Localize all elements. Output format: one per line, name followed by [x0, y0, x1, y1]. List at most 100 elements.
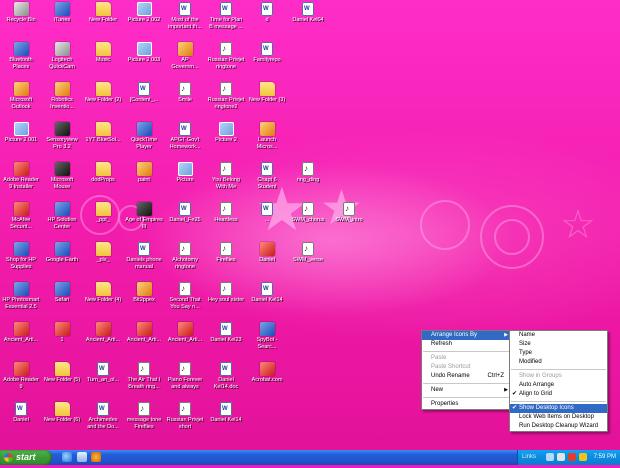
links-toolbar[interactable]: Links [522, 450, 536, 465]
desktop-icon[interactable]: Daniel Kel14 [247, 282, 287, 318]
desktop-icon[interactable]: Logitech QuickCam [42, 42, 82, 78]
desktop-icon[interactable]: Picture 2 [206, 122, 246, 158]
desktop-icon[interactable]: Daniel Kel14.doc [206, 362, 246, 398]
desktop-icon[interactable]: 1YT BlueSol... [83, 122, 123, 158]
desktop-icon[interactable]: Russian Privjet ringtone2 [206, 82, 246, 118]
desktop-icon[interactable]: Sensoryview Pro 3.2 [42, 122, 82, 158]
desktop-icon[interactable]: Ancient_Arti... [124, 322, 164, 358]
menu-item-properties[interactable]: Properties [422, 400, 510, 409]
desktop-icon[interactable]: Microsoft Mouse [42, 162, 82, 198]
desktop-icon[interactable]: 1 [42, 322, 82, 358]
desktop-icon[interactable]: Music [83, 42, 123, 78]
submenu-item-show-desktop-icons[interactable]: Show Desktop Icons ✔ [510, 404, 607, 413]
submenu-item-name[interactable]: Name [510, 331, 607, 340]
clock[interactable]: 7:59 PM [594, 450, 616, 465]
submenu-item-align-to-grid[interactable]: Align to Grid ✔ [510, 390, 607, 399]
desktop-icon[interactable]: SWM_intro [329, 202, 369, 238]
desktop-icon[interactable]: SpyBot - Searc... [247, 322, 287, 358]
desktop-icon[interactable]: Archimedes and the Do... [83, 402, 123, 438]
desktop-icon[interactable]: dodProps [83, 162, 123, 198]
menu-item-refresh[interactable]: Refresh [422, 340, 510, 349]
desktop-icon[interactable]: Familyrepo [247, 42, 287, 78]
desktop-icon[interactable]: Hey soul sister [206, 282, 246, 318]
desktop-icon[interactable]: New Folder (3) [247, 82, 287, 118]
desktop-icon[interactable]: Heartless [206, 202, 246, 238]
menu-item-arrange-icons-by[interactable]: Arrange Icons By ▶ [422, 331, 510, 340]
submenu-item-type[interactable]: Type [510, 349, 607, 358]
desktop-icon[interactable]: message tone Fireflies [124, 402, 164, 438]
desktop-icon[interactable]: SWM_verse [288, 242, 328, 278]
desktop-icon[interactable]: Shop for HP Supplies [1, 242, 41, 278]
desktop-icon[interactable]: Microsoft Outlook [1, 82, 41, 118]
desktop-icon[interactable]: Daniel Kel04 [288, 2, 328, 38]
desktop-icon[interactable]: Daniel Kel23 [206, 322, 246, 358]
desktop-icon[interactable]: New Folder (6) [42, 402, 82, 438]
network-icon[interactable] [546, 453, 554, 461]
desktop-icon[interactable]: Time for Plan B message ... [206, 2, 246, 38]
desktop-icon[interactable]: Daniel Kel14 [206, 402, 246, 438]
desktop-icon[interactable]: Launch Micros... [247, 122, 287, 158]
desktop-icon[interactable]: Turn_an_ol... [83, 362, 123, 398]
desktop-icon[interactable]: HP Photosmart Essential 2.5 [1, 282, 41, 318]
desktop-icon[interactable]: [Content_... [124, 82, 164, 118]
desktop-icon[interactable]: Adobe Reader 9 [1, 362, 41, 398]
submenu-item-modified[interactable]: Modified [510, 358, 607, 367]
desktop-icon[interactable]: Picture [165, 162, 205, 198]
ie-icon[interactable] [62, 452, 72, 462]
desktop-icon[interactable]: Picture 2 003 [124, 42, 164, 78]
media-player-icon[interactable] [91, 452, 102, 462]
desktop-icon[interactable]: New Folder (5) [42, 362, 82, 398]
desktop-icon[interactable]: Safari [42, 282, 82, 318]
desktop-icon[interactable]: You Belong With Me [206, 162, 246, 198]
desktop-icon[interactable]: Bit2ppex [124, 282, 164, 318]
volume-icon[interactable] [557, 453, 565, 461]
desktop-icon[interactable]: New Folder (4) [83, 282, 123, 318]
desktop-icon[interactable]: The Air That I Breath ring... [124, 362, 164, 398]
show-desktop-icon[interactable] [76, 452, 87, 462]
desktop-icon[interactable]: Google Earth [42, 242, 82, 278]
desktop-icon[interactable]: New Folder [83, 2, 123, 38]
start-button[interactable]: start [0, 450, 52, 465]
desktop-icon[interactable]: Picture 2 001 [1, 122, 41, 158]
desktop-icon[interactable]: Age of Empires III [124, 202, 164, 238]
desktop-icon[interactable]: Ancient_Arti... [83, 322, 123, 358]
desktop-icon[interactable]: Recycle Bin [1, 2, 41, 38]
desktop-icon[interactable]: Daniel [1, 402, 41, 438]
submenu-item-run-desktop-cleanup-wizard[interactable]: Run Desktop Cleanup Wizard [510, 422, 607, 431]
desktop-icon[interactable]: Daniels phone manual [124, 242, 164, 278]
submenu-item-auto-arrange[interactable]: Auto Arrange [510, 381, 607, 390]
desktop-icon[interactable]: d [247, 2, 287, 38]
desktop-icon[interactable]: APGT Gov't Homework... [165, 122, 205, 158]
desktop-icon[interactable]: ... [247, 202, 287, 238]
desktop-icon[interactable]: Chapt 6 Student [247, 162, 287, 198]
desktop-icon[interactable]: Robotics Inventio... [42, 82, 82, 118]
desktop-icon[interactable]: Alchotomy ringtone [165, 242, 205, 278]
desktop-icon[interactable]: Adobe Reader 9 Installer [1, 162, 41, 198]
desktop-icon[interactable]: _ppt_ [83, 202, 123, 238]
security-icon[interactable] [568, 453, 576, 461]
desktop-icon[interactable]: Russian Privjet ringtone [206, 42, 246, 78]
desktop-icon[interactable]: Daniel_Fe25 [165, 202, 205, 238]
desktop-icon[interactable]: Picture 2 002 [124, 2, 164, 38]
menu-item-undo-rename[interactable]: Undo Rename Ctrl+Z [422, 372, 510, 381]
desktop-icon[interactable]: Daniel [247, 242, 287, 278]
desktop-icon[interactable]: iTunes [42, 2, 82, 38]
desktop-icon[interactable]: Russian Privjet short [165, 402, 205, 438]
submenu-item-size[interactable]: Size [510, 340, 607, 349]
desktop-icon[interactable]: QuickTime Player [124, 122, 164, 158]
desktop-icon[interactable]: Acrobat.com [247, 362, 287, 398]
desktop-icon[interactable]: Fireflies [206, 242, 246, 278]
desktop-icon[interactable]: Smile [165, 82, 205, 118]
submenu-item-lock-web-items-on-desktop[interactable]: Lock Web Items on Desktop [510, 413, 607, 422]
desktop-icon[interactable]: ring_ding [288, 162, 328, 198]
desktop-icon[interactable]: New Folder (2) [83, 82, 123, 118]
desktop-icon[interactable]: Most of the important th... [165, 2, 205, 38]
desktop-icon[interactable]: Ancient_Arti... [165, 322, 205, 358]
desktop-icon[interactable]: _pls_ [83, 242, 123, 278]
desktop-icon[interactable]: HP Solution Center [42, 202, 82, 238]
desktop-icon[interactable]: McAfee Securit... [1, 202, 41, 238]
desktop-icon[interactable]: AP Governm... [165, 42, 205, 78]
desktop-icon[interactable]: Ancient_Arti... [1, 322, 41, 358]
desktop-icon[interactable]: Bluetooth Places [1, 42, 41, 78]
update-icon[interactable] [579, 453, 587, 461]
